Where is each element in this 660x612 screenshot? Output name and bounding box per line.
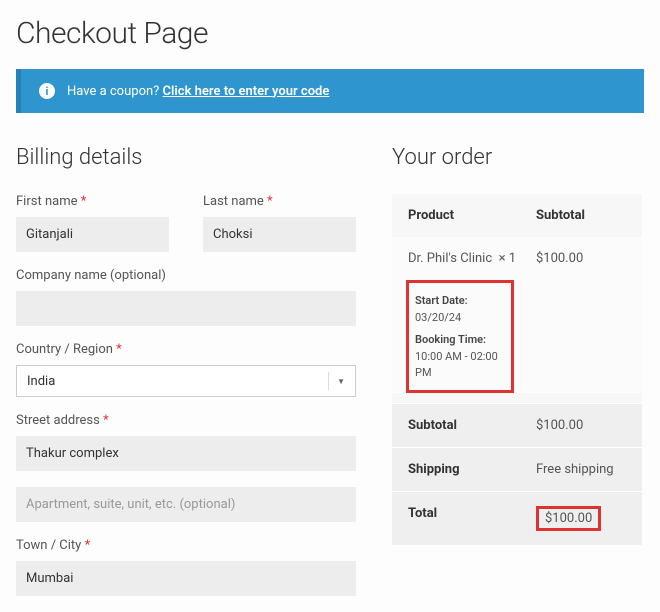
label-text: Last name: [203, 194, 264, 209]
subtotal-value: $100.00: [536, 418, 626, 433]
total-value-highlight: $100.00: [536, 506, 601, 531]
product-price: $100.00: [536, 251, 626, 266]
product-qty: × 1: [499, 251, 516, 266]
coupon-text: Have a coupon? Click here to enter your …: [67, 84, 329, 99]
required-marker: *: [267, 194, 273, 209]
shipping-label: Shipping: [408, 462, 536, 477]
subtotal-label: Subtotal: [408, 418, 536, 433]
label-text: Country / Region: [16, 342, 113, 357]
col-product: Product: [408, 208, 536, 223]
page-title: Checkout Page: [16, 16, 644, 51]
company-label: Company name (optional): [16, 268, 356, 283]
street-address-2-input[interactable]: [16, 487, 356, 522]
coupon-link[interactable]: Click here to enter your code: [163, 84, 330, 99]
company-input[interactable]: [16, 291, 356, 326]
shipping-row: Shipping Free shipping: [392, 447, 642, 491]
last-name-input[interactable]: [203, 217, 356, 252]
order-summary-table: Product Subtotal Dr. Phil's Clinic × 1 $…: [392, 194, 642, 545]
required-marker: *: [116, 342, 122, 357]
booking-time-value: 10:00 AM - 02:00 PM: [415, 349, 505, 382]
col-subtotal: Subtotal: [536, 208, 626, 223]
required-marker: *: [103, 413, 109, 428]
required-marker: *: [85, 538, 91, 553]
country-selected-value: India: [27, 374, 55, 389]
country-select[interactable]: India ▼: [16, 365, 356, 397]
last-name-label: Last name *: [203, 194, 356, 209]
city-label: Town / City *: [16, 538, 356, 553]
total-row: Total $100.00: [392, 491, 642, 545]
order-heading: Your order: [392, 145, 642, 170]
label-text: Street address: [16, 413, 100, 428]
start-date-value: 03/20/24: [415, 310, 505, 327]
product-name: Dr. Phil's Clinic: [408, 251, 492, 266]
city-input[interactable]: [16, 561, 356, 596]
start-date-label: Start Date:: [415, 293, 505, 310]
first-name-input[interactable]: [16, 217, 169, 252]
subtotal-row: Subtotal $100.00: [392, 403, 642, 447]
booking-time-label: Booking Time:: [415, 332, 505, 349]
first-name-label: First name *: [16, 194, 169, 209]
label-text: Town / City: [16, 538, 81, 553]
coupon-banner[interactable]: i Have a coupon? Click here to enter you…: [16, 69, 644, 113]
booking-details-highlight: Start Date: 03/20/24 Booking Time: 10:00…: [406, 280, 514, 393]
total-label: Total: [408, 506, 536, 531]
info-icon: i: [39, 83, 55, 99]
shipping-value: Free shipping: [536, 462, 626, 477]
required-marker: *: [81, 194, 87, 209]
order-line-item: Dr. Phil's Clinic × 1 $100.00: [392, 237, 642, 280]
label-text: First name: [16, 194, 77, 209]
billing-heading: Billing details: [16, 145, 356, 170]
coupon-prompt: Have a coupon?: [67, 84, 159, 99]
street-label: Street address *: [16, 413, 356, 428]
country-label: Country / Region *: [16, 342, 356, 357]
street-address-1-input[interactable]: [16, 436, 356, 471]
chevron-down-icon: ▼: [328, 372, 345, 390]
